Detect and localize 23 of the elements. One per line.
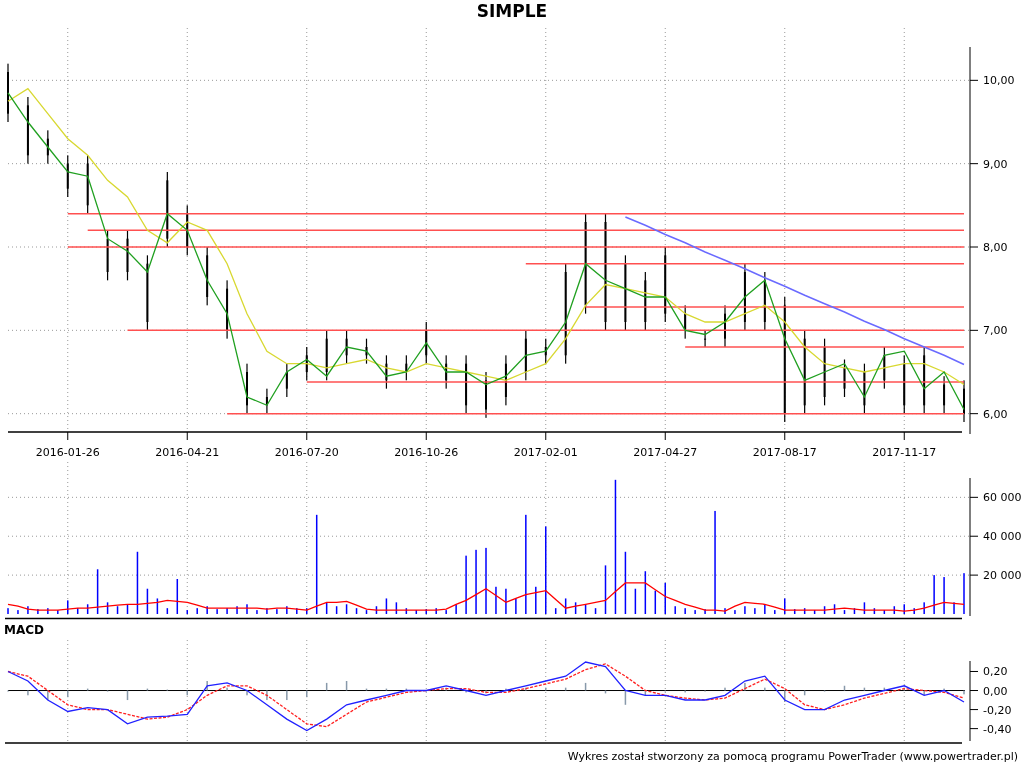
date-label: 2017-08-17	[752, 446, 817, 459]
axis-tick-label: 40 000	[983, 530, 1022, 544]
axis-tick-label: 10,00	[983, 74, 1015, 88]
axis-tick-label: 9,00	[983, 157, 1008, 171]
axis-tick-label: -0,40	[983, 722, 1012, 736]
date-label: 2016-07-20	[274, 446, 339, 459]
credit-text: Wykres został stworzony za pomocą programu PowerTrader (www.powertrader.pl)	[567, 750, 1018, 763]
date-label: 2016-01-26	[35, 446, 100, 459]
axis-tick-label: 0,00	[983, 684, 1008, 698]
axis-tick-label: -0,20	[983, 703, 1012, 717]
axis-tick-label: 8,00	[983, 241, 1008, 254]
axis-tick-label: 0,20	[983, 665, 1008, 679]
date-label: 2017-04-27	[633, 446, 698, 459]
date-label: 2016-04-21	[155, 446, 220, 459]
axis-tick-label: 7,00	[983, 324, 1008, 338]
date-label: 2016-10-26	[394, 446, 459, 459]
axis-tick-label: 60 000	[983, 491, 1022, 505]
date-label: 2017-02-01	[513, 446, 578, 459]
axis-tick-label: 6,00	[983, 407, 1008, 421]
panel-label: MACD	[4, 623, 44, 637]
axis-tick-label: 20 000	[983, 569, 1022, 583]
date-label: 2017-11-17	[872, 446, 937, 459]
chart-title: SIMPLE	[476, 1, 548, 21]
